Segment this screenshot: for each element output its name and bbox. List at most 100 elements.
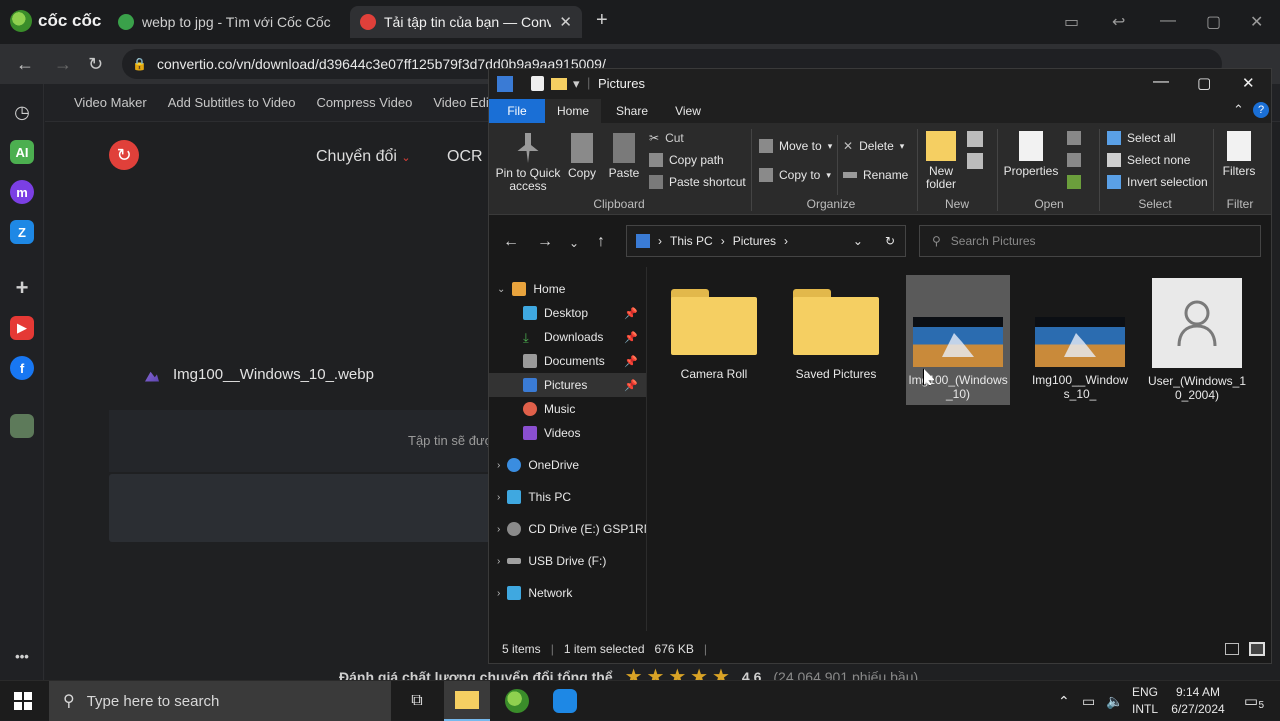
properties-button[interactable]: Properties [1003, 131, 1059, 178]
task-view-icon[interactable]: ⧉ [394, 681, 440, 721]
collapse-ribbon-icon[interactable]: ⌃ [1233, 102, 1244, 118]
forward-icon[interactable]: → [54, 54, 72, 75]
nav-this-pc[interactable]: › This PC [489, 485, 646, 509]
filters-button[interactable]: Filters [1217, 131, 1261, 178]
bookmark-compress-video[interactable]: Compress Video [316, 95, 412, 110]
file-explorer-taskbar-icon[interactable] [444, 681, 490, 721]
back-icon[interactable]: ← [503, 233, 519, 251]
close-tab-icon[interactable]: ✕ [559, 13, 572, 31]
new-folder-button[interactable]: New folder [923, 131, 959, 191]
minimize-icon[interactable]: — [1153, 73, 1169, 91]
maximize-icon[interactable]: ▢ [1206, 12, 1221, 32]
nav-home[interactable]: ⌄ Home [489, 277, 646, 301]
nav-pictures[interactable]: Pictures 📌 [489, 373, 646, 397]
nav-ocr[interactable]: OCR [447, 148, 483, 166]
copy-path-button[interactable]: Copy path [649, 153, 724, 167]
new-item-icon[interactable] [967, 131, 983, 147]
nav-downloads[interactable]: ⤓ Downloads 📌 [489, 325, 646, 349]
paste-button[interactable]: Paste [607, 133, 641, 180]
expand-icon[interactable]: › [497, 524, 500, 535]
nav-onedrive[interactable]: › OneDrive [489, 453, 646, 477]
ai-icon[interactable]: AI [10, 140, 34, 164]
copy-button[interactable]: Copy [565, 133, 599, 180]
notification-center-icon[interactable]: ▭ 5 [1238, 681, 1265, 721]
site-info-icon[interactable]: 🔒 [132, 57, 147, 71]
delete-button[interactable]: ✕ Delete ▾ [843, 139, 904, 153]
customize-quick-access-icon[interactable]: ▾ [573, 76, 580, 92]
paste-shortcut-button[interactable]: Paste shortcut [649, 175, 746, 189]
file-item-img100-windows-10[interactable]: Img100_(Windows_10) [906, 275, 1010, 405]
pin-to-quick-access-button[interactable]: Pin to Quick access [495, 133, 561, 193]
refresh-icon[interactable]: ↻ [885, 234, 895, 248]
details-view-icon[interactable] [1225, 643, 1239, 655]
cut-button[interactable]: ✂ Cut [649, 131, 684, 145]
address-dropdown-icon[interactable]: ⌄ [853, 234, 863, 248]
nav-usb-drive[interactable]: › USB Drive (F:) [489, 549, 646, 573]
add-icon[interactable]: + [10, 275, 34, 300]
history-icon[interactable]: ◷ [10, 100, 34, 124]
close-window-icon[interactable]: ✕ [1250, 12, 1263, 32]
nav-documents[interactable]: Documents 📌 [489, 349, 646, 373]
tab-convertio[interactable]: Tải tập tin của bạn — Conver ✕ [350, 6, 582, 38]
file-item-saved-pictures[interactable]: Saved Pictures [784, 275, 888, 405]
recent-locations-icon[interactable]: ⌄ [569, 236, 579, 250]
expand-icon[interactable]: › [497, 460, 500, 471]
convertio-logo-icon[interactable]: ↻ [109, 140, 139, 170]
file-item-camera-roll[interactable]: Camera Roll [662, 275, 766, 405]
rename-button[interactable]: Rename [843, 168, 908, 182]
nav-music[interactable]: Music [489, 397, 646, 421]
nav-videos[interactable]: Videos [489, 421, 646, 445]
tab-view[interactable]: View [661, 99, 715, 123]
breadcrumb-pictures[interactable]: Pictures [733, 234, 776, 248]
tab-home[interactable]: Home [545, 99, 601, 123]
show-hidden-icons[interactable]: ⌃ [1058, 681, 1070, 721]
file-item-img100-windows-10-copy[interactable]: Img100__Windows_10_ [1028, 275, 1132, 405]
open-icon[interactable] [1067, 131, 1081, 145]
folder-quick-icon[interactable] [551, 78, 567, 90]
select-all-button[interactable]: Select all [1107, 131, 1176, 145]
breadcrumb-this-pc[interactable]: This PC [670, 234, 713, 248]
nav-convert[interactable]: Chuyển đổi ⌄ [316, 148, 411, 166]
coccoc-taskbar-icon[interactable] [494, 681, 540, 721]
help-icon[interactable]: ? [1253, 102, 1269, 118]
windows-start-icon[interactable] [14, 692, 32, 710]
minimize-icon[interactable]: — [1160, 12, 1176, 30]
search-field[interactable]: ⚲ Search Pictures [919, 225, 1261, 257]
facebook-icon[interactable]: f [10, 356, 34, 380]
volume-icon[interactable]: 🔈 [1106, 681, 1123, 721]
tab-search[interactable]: webp to jpg - Tìm với Cốc Cốc [108, 6, 340, 38]
browser-brand[interactable]: cốc cốc [10, 10, 101, 32]
history-icon[interactable] [1067, 175, 1081, 189]
back-icon[interactable]: ← [16, 54, 34, 75]
breadcrumb[interactable]: › This PC › Pictures › ⌄ ↻ [626, 225, 906, 257]
forward-icon[interactable]: → [537, 233, 553, 251]
expand-icon[interactable]: ⌄ [497, 284, 505, 295]
close-icon[interactable]: ✕ [1242, 74, 1255, 92]
youtube-icon[interactable]: ▶ [10, 316, 34, 340]
maximize-icon[interactable]: ▢ [1197, 74, 1211, 92]
taskbar-search-field[interactable]: ⚲ Type here to search [49, 681, 391, 721]
edit-icon[interactable] [1067, 153, 1081, 167]
select-none-button[interactable]: Select none [1107, 153, 1190, 167]
zalo-icon[interactable]: Z [10, 220, 34, 244]
nav-cd-drive[interactable]: › CD Drive (E:) GSP1RM [489, 517, 646, 541]
properties-quick-icon[interactable] [531, 76, 544, 91]
up-icon[interactable]: ↑ [597, 233, 605, 251]
bookmark-add-subtitles[interactable]: Add Subtitles to Video [168, 95, 296, 110]
new-tab-button[interactable]: + [596, 9, 608, 32]
tab-file[interactable]: File [489, 99, 545, 123]
file-item-user-windows-10[interactable]: User_(Windows_10_2004) [1142, 275, 1252, 405]
nav-network[interactable]: › Network [489, 581, 646, 605]
cast-icon[interactable]: ▭ [1064, 12, 1079, 32]
expand-icon[interactable]: › [497, 492, 500, 503]
zalo-taskbar-icon[interactable] [542, 681, 588, 721]
profile-picture-icon[interactable] [10, 414, 34, 438]
network-tray-icon[interactable]: ▭ [1082, 681, 1095, 721]
back-history-icon[interactable]: ↩ [1112, 12, 1125, 32]
messenger-icon[interactable]: m [10, 180, 34, 204]
input-language[interactable]: ENG INTL [1130, 681, 1160, 721]
expand-icon[interactable]: › [497, 588, 500, 599]
copy-to-button[interactable]: Copy to ▾ [759, 168, 831, 182]
bookmark-video-maker[interactable]: Video Maker [74, 95, 147, 110]
easy-access-icon[interactable] [967, 153, 983, 169]
